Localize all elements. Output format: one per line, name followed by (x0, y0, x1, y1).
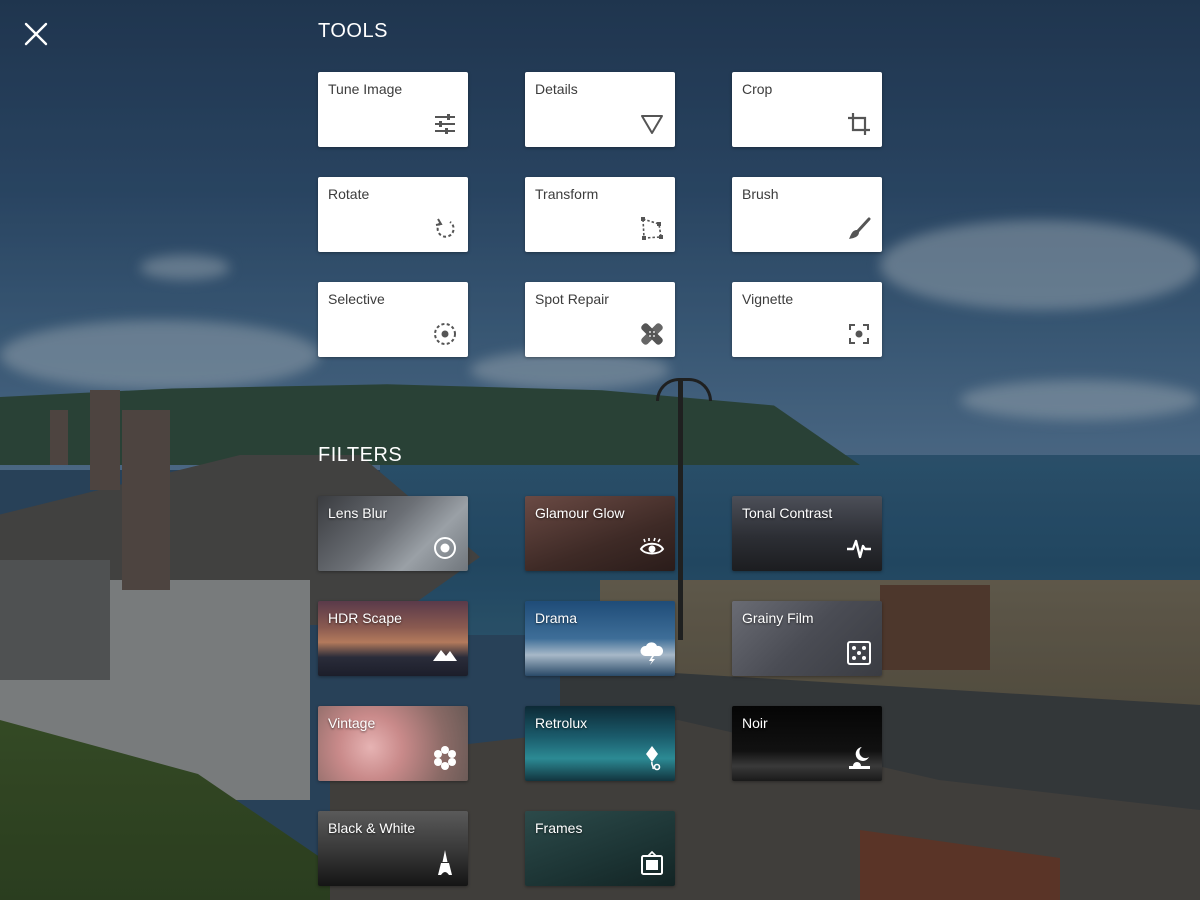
tool-label: Selective (328, 291, 385, 307)
kite-icon (639, 745, 665, 771)
filter-frames[interactable]: Frames (525, 811, 675, 886)
lens-blur-icon (432, 535, 458, 561)
tool-label: Tune Image (328, 81, 403, 97)
tool-crop[interactable]: Crop (732, 72, 882, 147)
tool-transform[interactable]: Transform (525, 177, 675, 252)
tool-rotate[interactable]: Rotate (318, 177, 468, 252)
eye-icon (639, 535, 665, 561)
tool-tune-image[interactable]: Tune Image (318, 72, 468, 147)
tool-details[interactable]: Details (525, 72, 675, 147)
filter-black-and-white[interactable]: Black & White (318, 811, 468, 886)
filter-label: Black & White (328, 820, 416, 836)
filter-vintage[interactable]: Vintage (318, 706, 468, 781)
flower-icon (432, 745, 458, 771)
filter-retrolux[interactable]: Retrolux (525, 706, 675, 781)
tool-spot-repair[interactable]: Spot Repair (525, 282, 675, 357)
filter-label: Retrolux (535, 715, 588, 731)
dice-icon (846, 640, 872, 666)
tool-vignette[interactable]: Vignette (732, 282, 882, 357)
tool-brush[interactable]: Brush (732, 177, 882, 252)
storm-cloud-icon (639, 640, 665, 666)
mountains-icon (432, 640, 458, 666)
filter-label: HDR Scape (328, 610, 402, 626)
crop-icon (846, 111, 872, 137)
filter-grainy-film[interactable]: Grainy Film (732, 601, 882, 676)
filter-hdr-scape[interactable]: HDR Scape (318, 601, 468, 676)
brush-icon (846, 216, 872, 242)
close-button[interactable] (18, 16, 54, 52)
filter-label: Tonal Contrast (742, 505, 833, 521)
filter-glamour-glow[interactable]: Glamour Glow (525, 496, 675, 571)
filter-noir[interactable]: Noir (732, 706, 882, 781)
tool-label: Vignette (742, 291, 794, 307)
tool-label: Transform (535, 186, 599, 202)
close-icon (24, 22, 48, 46)
filter-tonal-contrast[interactable]: Tonal Contrast (732, 496, 882, 571)
sliders-icon (432, 111, 458, 137)
tool-label: Crop (742, 81, 773, 97)
tool-selective[interactable]: Selective (318, 282, 468, 357)
selective-target-icon (432, 321, 458, 347)
triangle-down-icon (639, 111, 665, 137)
frame-icon (639, 850, 665, 876)
tool-label: Details (535, 81, 578, 97)
filters-section-title: FILTERS (318, 444, 403, 466)
filter-lens-blur[interactable]: Lens Blur (318, 496, 468, 571)
filter-label: Noir (742, 715, 768, 731)
transform-icon (639, 216, 665, 242)
filter-label: Drama (535, 610, 578, 626)
photo-editor-screen: TOOLS Tune Image Details Crop Rotate Tra… (0, 0, 1200, 900)
tool-label: Spot Repair (535, 291, 609, 307)
filter-label: Grainy Film (742, 610, 814, 626)
filter-label: Glamour Glow (535, 505, 625, 521)
vignette-icon (846, 321, 872, 347)
eiffel-tower-icon (432, 850, 458, 876)
tools-grid: Tune Image Details Crop Rotate Transform… (318, 72, 882, 357)
moon-icon (846, 745, 872, 771)
tools-section-title: TOOLS (318, 20, 388, 42)
filter-drama[interactable]: Drama (525, 601, 675, 676)
pulse-icon (846, 535, 872, 561)
tool-label: Brush (742, 186, 779, 202)
tool-label: Rotate (328, 186, 370, 202)
filters-grid: Lens Blur Glamour Glow Tonal Contrast HD… (318, 496, 882, 886)
rotate-icon (432, 216, 458, 242)
filter-label: Frames (535, 820, 583, 836)
bandage-icon (639, 321, 665, 347)
filter-label: Lens Blur (328, 505, 388, 521)
filter-label: Vintage (328, 715, 376, 731)
